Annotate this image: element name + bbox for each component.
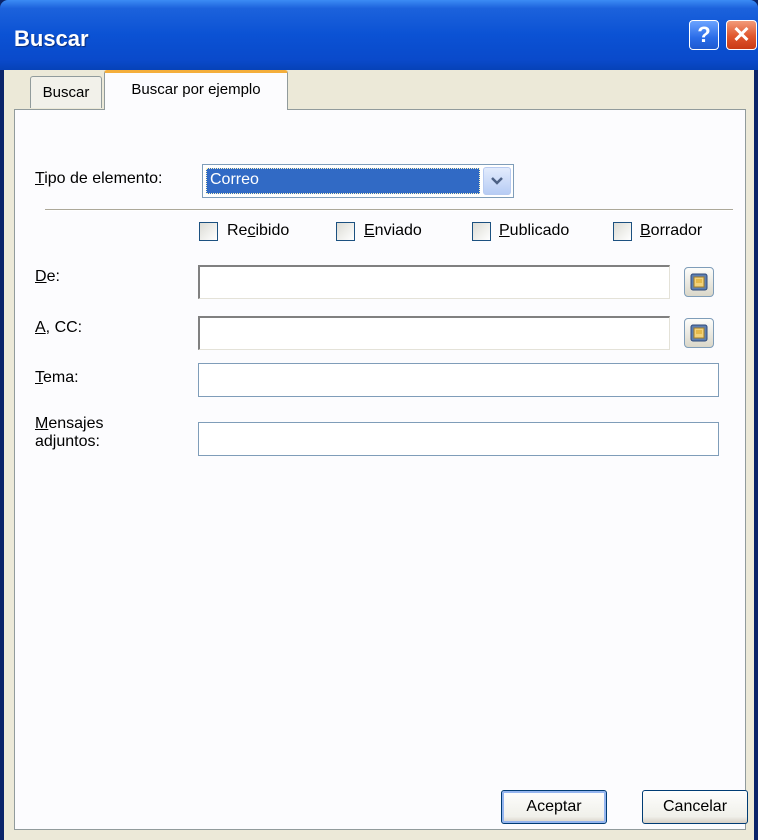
attachments-label: Mensajes adjuntos: xyxy=(35,415,104,450)
subject-label: Tema: xyxy=(35,369,79,386)
dialog-window: Buscar ? ✕ Tipo de elemento: Correo Reci xyxy=(0,0,758,840)
separator xyxy=(45,209,733,211)
tab-buscar[interactable]: Buscar xyxy=(30,76,102,108)
checkbox-borrador-label[interactable]: Borrador xyxy=(640,222,702,240)
ok-button[interactable]: Aceptar xyxy=(501,790,607,824)
window-title: Buscar xyxy=(14,26,89,51)
checkbox-borrador[interactable] xyxy=(613,222,632,241)
from-label: De: xyxy=(35,268,60,285)
attachments-input[interactable] xyxy=(198,422,719,456)
checkbox-recibido[interactable] xyxy=(199,222,218,241)
checkbox-recibido-label[interactable]: Recibido xyxy=(227,222,289,240)
item-type-label: Tipo de elemento: xyxy=(35,170,163,187)
checkbox-publicado-label[interactable]: Publicado xyxy=(499,222,569,240)
dropdown-button[interactable] xyxy=(483,167,511,195)
checkbox-publicado[interactable] xyxy=(472,222,491,241)
from-address-book-button[interactable] xyxy=(684,267,714,297)
item-type-value: Correo xyxy=(206,168,480,194)
to-cc-input[interactable] xyxy=(198,316,670,350)
cancel-button[interactable]: Cancelar xyxy=(642,790,748,824)
title-bar[interactable]: Buscar ? ✕ xyxy=(0,0,758,70)
item-type-select[interactable]: Correo xyxy=(202,164,514,198)
to-cc-address-book-button[interactable] xyxy=(684,318,714,348)
close-button[interactable]: ✕ xyxy=(726,20,757,50)
to-cc-label: A, CC: xyxy=(35,319,83,336)
close-icon: ✕ xyxy=(732,22,751,47)
address-book-icon xyxy=(690,324,708,342)
tab-panel: Tipo de elemento: Correo Recibido Enviad… xyxy=(14,109,746,830)
checkbox-enviado[interactable] xyxy=(336,222,355,241)
chevron-down-icon xyxy=(491,177,503,185)
address-book-icon xyxy=(690,273,708,291)
checkbox-enviado-label[interactable]: Enviado xyxy=(364,222,422,240)
subject-input[interactable] xyxy=(198,363,719,397)
help-icon: ? xyxy=(697,22,711,47)
tab-buscar-por-ejemplo[interactable]: Buscar por ejemplo xyxy=(104,70,288,110)
from-input[interactable] xyxy=(198,265,670,299)
help-button[interactable]: ? xyxy=(689,20,719,50)
dialog-client-area: Tipo de elemento: Correo Recibido Enviad… xyxy=(4,70,754,840)
